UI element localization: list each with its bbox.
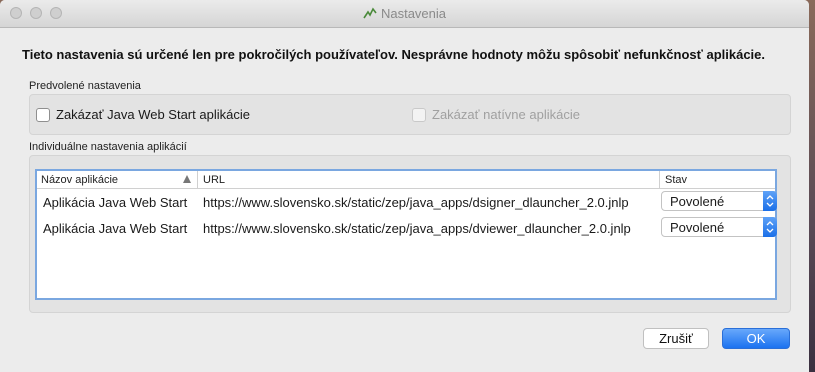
row-app-name: Aplikácia Java Web Start bbox=[43, 221, 188, 236]
column-header-url[interactable]: URL bbox=[203, 174, 225, 186]
status-select[interactable]: Povolené bbox=[661, 217, 777, 237]
applications-table[interactable]: Názov aplikácie URL Stav Aplikácia Java … bbox=[35, 169, 777, 300]
disable-native-label: Zakázať natívne aplikácie bbox=[432, 107, 580, 122]
column-separator bbox=[659, 171, 660, 189]
status-select-value: Povolené bbox=[670, 220, 725, 235]
ok-button[interactable]: OK bbox=[722, 328, 790, 349]
defaults-section-label: Predvolené nastavenia bbox=[29, 80, 141, 92]
table-header: Názov aplikácie URL Stav bbox=[37, 171, 775, 189]
status-select-value: Povolené bbox=[670, 194, 725, 209]
column-separator bbox=[197, 171, 198, 189]
disable-jws-checkbox-row[interactable]: Zakázať Java Web Start aplikácie bbox=[36, 107, 250, 122]
select-stepper-icon[interactable] bbox=[763, 217, 777, 237]
disable-jws-checkbox[interactable] bbox=[36, 107, 50, 122]
row-app-url: https://www.slovensko.sk/static/zep/java… bbox=[203, 221, 631, 236]
window-title-text: Nastavenia bbox=[380, 6, 447, 21]
title-bar: Nastavenia bbox=[0, 0, 809, 28]
window-title: Nastavenia bbox=[0, 6, 809, 21]
table-row[interactable]: Aplikácia Java Web Start https://www.slo… bbox=[37, 215, 777, 241]
select-stepper-icon[interactable] bbox=[763, 191, 777, 211]
row-app-url: https://www.slovensko.sk/static/zep/java… bbox=[203, 195, 629, 210]
individual-section-label: Individuálne nastavenia aplikácií bbox=[29, 141, 187, 153]
cancel-button[interactable]: Zrušiť bbox=[643, 328, 709, 349]
warning-notice: Tieto nastavenia sú určené len pre pokro… bbox=[22, 47, 765, 62]
disable-jws-label: Zakázať Java Web Start aplikácie bbox=[56, 107, 250, 122]
sort-ascending-icon bbox=[183, 175, 191, 183]
disable-native-checkbox bbox=[412, 107, 426, 122]
column-header-name[interactable]: Názov aplikácie bbox=[41, 174, 118, 186]
table-row[interactable]: Aplikácia Java Web Start https://www.slo… bbox=[37, 189, 777, 215]
column-header-status[interactable]: Stav bbox=[665, 174, 687, 186]
status-select[interactable]: Povolené bbox=[661, 191, 777, 211]
app-logo-icon bbox=[363, 7, 377, 19]
row-app-name: Aplikácia Java Web Start bbox=[43, 195, 188, 210]
settings-window: Nastavenia Tieto nastavenia sú určené le… bbox=[0, 0, 809, 372]
disable-native-checkbox-row: Zakázať natívne aplikácie bbox=[412, 107, 580, 122]
